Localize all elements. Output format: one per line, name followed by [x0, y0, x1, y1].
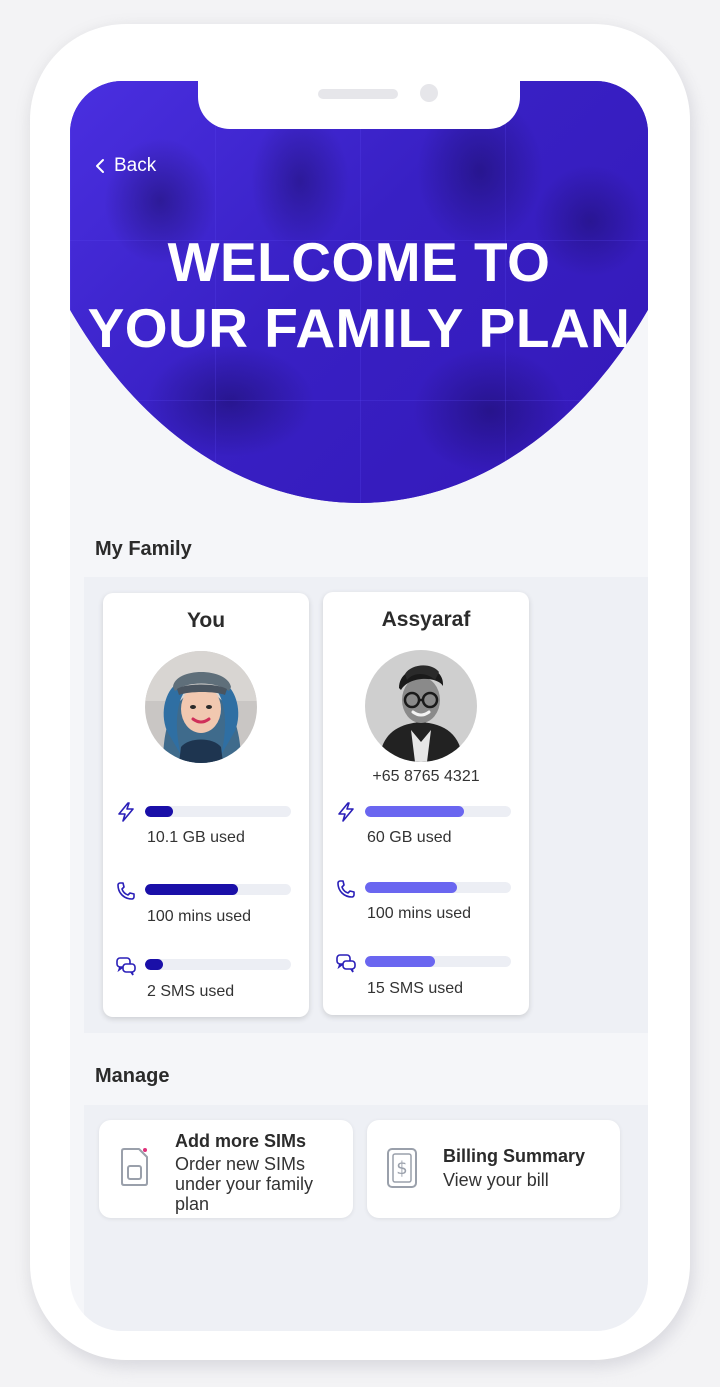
member-card-you[interactable]: You 10.1 GB used 100 mins used 2 SMS use…: [103, 593, 309, 1017]
mins-usage-bar: [145, 884, 291, 895]
add-sims-subtitle-line2: under your family: [175, 1174, 314, 1194]
sms-usage-bar-fill: [365, 956, 436, 967]
data-lightning-icon: [338, 802, 354, 822]
phone-icon: [337, 880, 355, 898]
phone-notch: [198, 81, 520, 129]
mins-usage-bar: [365, 882, 511, 893]
hero-title-line2: YOUR FAMILY PLAN: [87, 297, 631, 359]
data-lightning-icon: [118, 802, 134, 822]
data-usage-text: 10.1 GB used: [147, 829, 245, 846]
add-sims-subtitle-line3: plan: [175, 1194, 210, 1214]
notch-speaker: [318, 89, 398, 99]
mins-usage-bar-fill: [365, 882, 457, 893]
my-family-heading: My Family: [95, 538, 192, 560]
add-more-sims-card[interactable]: Add more SIMs Order new SIMs under your …: [99, 1120, 353, 1218]
sms-usage-bar: [145, 959, 291, 970]
bill-icon: $: [387, 1148, 417, 1188]
member-card-assyaraf[interactable]: Assyaraf +65 8765 4321 60 GB used 100 mi…: [323, 592, 529, 1015]
sms-usage-text: 2 SMS used: [147, 983, 235, 1000]
mins-usage-bar-fill: [145, 884, 239, 895]
data-usage-bar: [365, 806, 511, 817]
add-sims-subtitle: Order new SIMs under your family plan: [175, 1154, 313, 1214]
sim-card-icon: [121, 1148, 148, 1186]
chevron-left-icon: [96, 159, 104, 173]
sms-chat-icon: [336, 954, 356, 973]
billing-summary-title: Billing Summary: [443, 1146, 586, 1166]
add-sims-title: Add more SIMs: [175, 1131, 307, 1151]
data-usage-bar: [145, 806, 291, 817]
sms-usage-bar: [365, 956, 511, 967]
avatar: [365, 650, 477, 762]
mins-usage-text: 100 mins used: [147, 908, 252, 925]
data-usage-bar-fill: [145, 806, 173, 817]
avatar-photo-you: [145, 651, 257, 763]
billing-summary-card[interactable]: $ Billing Summary View your bill: [367, 1120, 620, 1218]
member-phone-number: +65 8765 4321: [372, 768, 480, 785]
data-usage-text: 60 GB used: [367, 829, 452, 846]
back-button[interactable]: Back: [94, 155, 156, 177]
sms-usage-bar-fill: [145, 959, 163, 970]
app-screen: Back WELCOME TO YOUR FAMILY PLAN My Fami…: [70, 81, 648, 1331]
billing-summary-subtitle: View your bill: [443, 1170, 549, 1190]
hero-title-line1: WELCOME TO: [167, 231, 551, 293]
member-name: Assyaraf: [381, 608, 471, 631]
member-name: You: [186, 609, 226, 632]
mins-usage-text: 100 mins used: [367, 905, 472, 922]
avatar: [145, 651, 257, 763]
add-sims-subtitle-line1: Order new SIMs: [175, 1154, 306, 1174]
sms-usage-text: 15 SMS used: [367, 980, 464, 997]
sms-chat-icon: [116, 957, 136, 976]
svg-text:$: $: [396, 1158, 407, 1179]
hero-title: WELCOME TO YOUR FAMILY PLAN: [70, 229, 648, 361]
avatar-photo-assyaraf: [365, 650, 477, 762]
manage-heading: Manage: [95, 1065, 170, 1087]
data-usage-bar-fill: [365, 806, 465, 817]
back-label: Back: [114, 155, 157, 176]
notch-camera: [420, 84, 438, 102]
phone-icon: [117, 882, 135, 900]
